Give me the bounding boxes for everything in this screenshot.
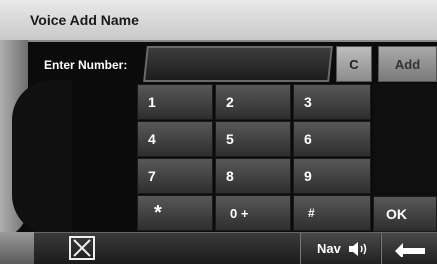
back-arrow-icon	[395, 242, 425, 257]
key-7[interactable]: 7	[137, 158, 213, 194]
key-1[interactable]: 1	[137, 84, 213, 120]
key-9-label: 9	[304, 168, 312, 184]
right-panel	[373, 84, 437, 196]
key-zero[interactable]: 0 +	[215, 195, 291, 231]
key-9[interactable]: 9	[293, 158, 371, 194]
nav-button[interactable]: Nav	[300, 233, 380, 264]
enter-number-label: Enter Number:	[44, 58, 128, 72]
bottom-left-decoration	[0, 232, 34, 264]
close-box-icon[interactable]	[69, 236, 95, 260]
key-zero-label: 0 +	[230, 205, 249, 221]
key-star[interactable]: *	[137, 195, 213, 231]
key-5[interactable]: 5	[215, 121, 291, 157]
ok-button[interactable]: OK	[373, 196, 437, 232]
key-6[interactable]: 6	[293, 121, 371, 157]
phone-screen: Voice Add Name Enter Number: C Add 1 2 3…	[0, 0, 437, 264]
key-1-label: 1	[148, 94, 156, 110]
key-4-label: 4	[148, 131, 156, 147]
key-hash-label: #	[308, 206, 315, 220]
key-5-label: 5	[226, 131, 234, 147]
key-2[interactable]: 2	[215, 84, 291, 120]
add-button-label: Add	[394, 56, 421, 72]
add-button[interactable]: Add	[378, 46, 437, 82]
key-4[interactable]: 4	[137, 121, 213, 157]
speaker-icon	[348, 241, 367, 256]
key-hash[interactable]: #	[293, 195, 371, 231]
number-input-field[interactable]	[143, 46, 333, 82]
title-bar: Voice Add Name	[0, 0, 437, 42]
key-7-label: 7	[148, 168, 156, 184]
key-star-label: *	[154, 201, 162, 224]
clear-button[interactable]: C	[336, 46, 372, 82]
ok-button-label: OK	[386, 206, 407, 222]
key-8[interactable]: 8	[215, 158, 291, 194]
back-button[interactable]	[381, 233, 437, 264]
clear-button-label: C	[349, 56, 359, 72]
nav-button-label: Nav	[317, 241, 341, 256]
left-curve-decoration	[12, 80, 72, 235]
key-3-label: 3	[304, 94, 312, 110]
close-x-icon	[73, 239, 91, 257]
key-8-label: 8	[226, 168, 234, 184]
page-title: Voice Add Name	[30, 12, 139, 28]
key-6-label: 6	[304, 131, 312, 147]
key-2-label: 2	[226, 94, 234, 110]
key-3[interactable]: 3	[293, 84, 371, 120]
